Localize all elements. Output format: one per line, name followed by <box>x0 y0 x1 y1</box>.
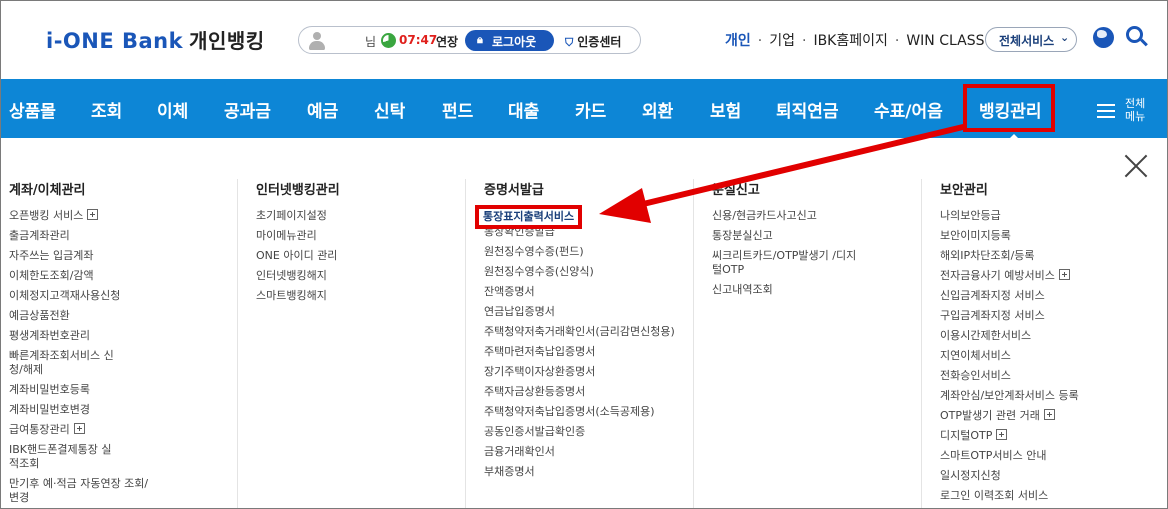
annotation-arrow <box>599 124 966 223</box>
annotation-arrow-head <box>599 188 651 223</box>
browser-frame: i-ONE Bank 개인뱅킹 님 07:47 연장 🔒︎ 로그아웃 ⛉ 인증센터 개… <box>0 0 1168 509</box>
annotation-arrow-shaft <box>636 124 966 208</box>
